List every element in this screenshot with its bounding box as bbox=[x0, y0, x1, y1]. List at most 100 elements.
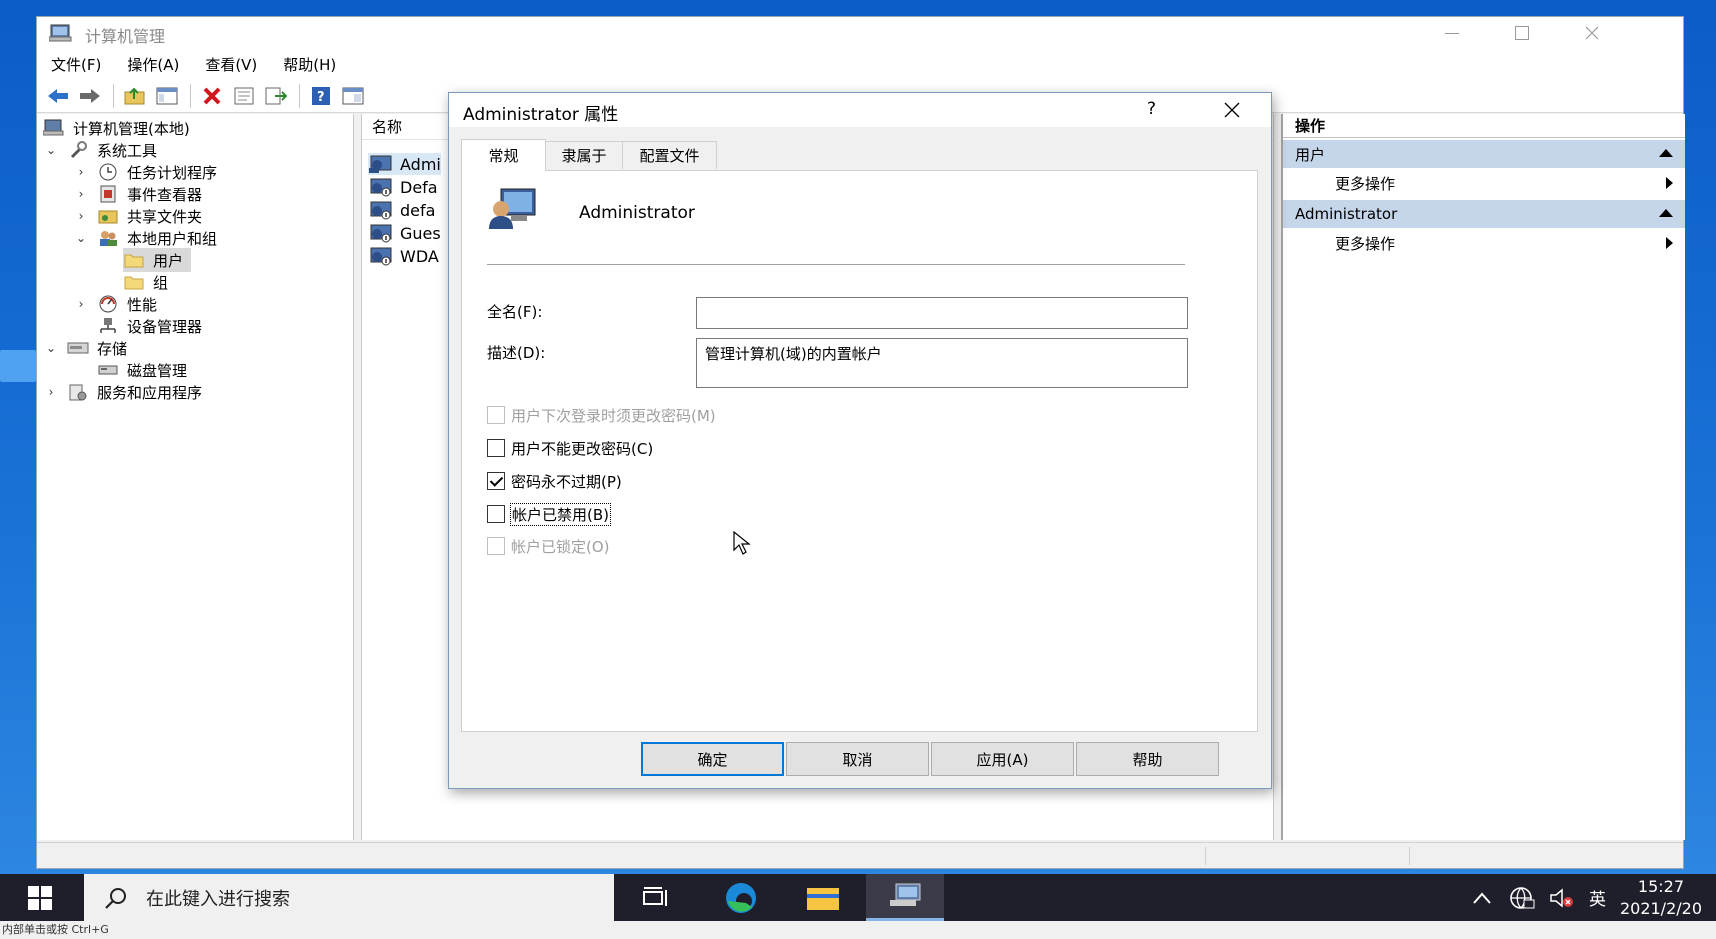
dialog-close-button[interactable] bbox=[1207, 95, 1257, 125]
file-explorer-icon[interactable] bbox=[784, 874, 862, 921]
chevron-up-icon[interactable] bbox=[1473, 891, 1491, 904]
menu-help[interactable]: 帮助(H) bbox=[283, 54, 336, 75]
general-tab-panel: Administrator 全名(F): 描述(D): 管理计算机(域)的内置帐… bbox=[461, 170, 1258, 732]
tree-label: 用户 bbox=[153, 251, 184, 270]
list-item[interactable]: defa bbox=[368, 199, 435, 221]
minimize-button[interactable] bbox=[1417, 17, 1487, 49]
computer-management-taskbar-icon[interactable] bbox=[866, 874, 944, 921]
tree-item-task-scheduler[interactable]: › 任务计划程序 bbox=[73, 160, 217, 184]
actions-pane: 操作 用户 更多操作 Administrator 更多操作 bbox=[1281, 114, 1685, 840]
tab-general[interactable]: 常规 bbox=[461, 139, 546, 171]
tab-profile[interactable]: 配置文件 bbox=[622, 141, 717, 169]
status-divider bbox=[1205, 847, 1206, 865]
tree-item-performance[interactable]: › 性能 bbox=[73, 292, 157, 316]
tree-item-system-tools[interactable]: ⌄ 系统工具 bbox=[43, 138, 157, 162]
checkbox-box bbox=[487, 406, 505, 424]
separator bbox=[487, 264, 1185, 265]
list-item[interactable]: Gues bbox=[368, 222, 441, 244]
ok-button[interactable]: 确定 bbox=[641, 742, 784, 776]
actions-header: 操作 bbox=[1283, 114, 1685, 138]
user-icon bbox=[368, 154, 394, 174]
checkbox-box[interactable] bbox=[487, 439, 505, 457]
tab-label: 配置文件 bbox=[639, 147, 700, 165]
tree-item-groups[interactable]: 组 bbox=[123, 270, 168, 294]
menu-action[interactable]: 操作(A) bbox=[127, 54, 179, 75]
checkbox-box[interactable] bbox=[487, 472, 505, 490]
tree-label: 事件查看器 bbox=[127, 185, 203, 204]
more-actions-item[interactable]: 更多操作 bbox=[1283, 168, 1685, 198]
forward-icon[interactable] bbox=[75, 82, 105, 110]
toolbar-separator bbox=[299, 83, 300, 108]
start-button[interactable] bbox=[0, 874, 80, 921]
tree-item-shared-folders[interactable]: › 共享文件夹 bbox=[73, 204, 202, 228]
network-icon[interactable] bbox=[1509, 886, 1535, 910]
checkbox-label: 帐户已锁定(O) bbox=[511, 537, 610, 556]
back-icon[interactable] bbox=[43, 82, 73, 110]
actions-group-label: Administrator bbox=[1295, 205, 1398, 223]
status-divider bbox=[1409, 847, 1410, 865]
tree-label: 计算机管理(本地) bbox=[73, 119, 190, 138]
checkbox-label[interactable]: 帐户已禁用(B) bbox=[510, 502, 611, 526]
chevron-down-icon[interactable]: ⌄ bbox=[43, 341, 59, 355]
collapse-arrow-icon[interactable] bbox=[1659, 149, 1673, 157]
checkbox-box[interactable] bbox=[487, 505, 505, 523]
tree-item-users[interactable]: 用户 bbox=[123, 248, 192, 272]
help-button[interactable]: 帮助 bbox=[1076, 742, 1219, 776]
chevron-right-icon[interactable]: › bbox=[73, 209, 89, 223]
list-item[interactable]: WDA bbox=[368, 245, 439, 267]
collapse-arrow-icon[interactable] bbox=[1659, 209, 1673, 217]
description-field[interactable]: 管理计算机(域)的内置帐户 bbox=[696, 338, 1188, 388]
tree-item-disk-management[interactable]: 磁盘管理 bbox=[97, 358, 187, 382]
tree-item-device-manager[interactable]: 设备管理器 bbox=[97, 314, 202, 338]
show-hide-tree-icon[interactable] bbox=[152, 82, 182, 110]
cannot-change-password-checkbox[interactable]: 用户不能更改密码(C) bbox=[487, 437, 653, 459]
tree-item-root[interactable]: 计算机管理(本地) bbox=[43, 116, 190, 140]
menu-file[interactable]: 文件(F) bbox=[51, 54, 101, 75]
task-view-icon[interactable] bbox=[617, 874, 695, 921]
list-item[interactable]: Defa bbox=[368, 176, 438, 198]
tree-item-local-users-groups[interactable]: ⌄ 本地用户和组 bbox=[73, 226, 217, 250]
tab-member-of[interactable]: 隶属于 bbox=[545, 141, 623, 169]
volume-muted-icon[interactable] bbox=[1549, 887, 1575, 909]
user-disabled-icon bbox=[368, 223, 394, 243]
ime-indicator[interactable]: 英 bbox=[1589, 885, 1606, 910]
apply-button[interactable]: 应用(A) bbox=[931, 742, 1074, 776]
tree-item-services-apps[interactable]: › 服务和应用程序 bbox=[43, 380, 202, 404]
fullname-field[interactable] bbox=[696, 297, 1188, 329]
edge-browser-icon[interactable] bbox=[702, 874, 780, 921]
cancel-button[interactable]: 取消 bbox=[786, 742, 929, 776]
console-view-icon[interactable] bbox=[338, 82, 368, 110]
clock[interactable]: 15:27 2021/2/20 bbox=[1620, 876, 1702, 920]
performance-icon bbox=[97, 294, 119, 314]
export-list-icon[interactable] bbox=[261, 82, 291, 110]
chevron-right-icon[interactable]: › bbox=[43, 385, 59, 399]
close-button[interactable] bbox=[1557, 17, 1627, 49]
account-disabled-checkbox[interactable]: 帐户已禁用(B) bbox=[487, 502, 611, 526]
desktop-icon-fragment[interactable] bbox=[0, 350, 36, 382]
password-never-expires-checkbox[interactable]: 密码永不过期(P) bbox=[487, 470, 622, 492]
context-help-button[interactable]: ? bbox=[1147, 99, 1156, 119]
computer-management-icon bbox=[48, 24, 73, 46]
chevron-right-icon[interactable]: › bbox=[73, 297, 89, 311]
properties-icon[interactable] bbox=[229, 82, 259, 110]
maximize-button[interactable] bbox=[1487, 17, 1557, 49]
actions-group-label: 用户 bbox=[1295, 145, 1326, 164]
delete-icon[interactable] bbox=[197, 82, 227, 110]
actions-group-administrator[interactable]: Administrator bbox=[1283, 200, 1685, 228]
actions-group-users[interactable]: 用户 bbox=[1283, 140, 1685, 168]
list-item[interactable]: Admi bbox=[368, 153, 441, 175]
column-header-name[interactable]: 名称 bbox=[372, 116, 402, 137]
chevron-down-icon[interactable]: ⌄ bbox=[73, 231, 89, 245]
checkbox-label[interactable]: 用户不能更改密码(C) bbox=[511, 438, 653, 459]
tree-item-event-viewer[interactable]: › 事件查看器 bbox=[73, 182, 202, 206]
help-icon[interactable]: ? bbox=[306, 82, 336, 110]
checkbox-label[interactable]: 密码永不过期(P) bbox=[511, 471, 622, 492]
chevron-down-icon[interactable]: ⌄ bbox=[43, 143, 59, 157]
taskbar-search-box[interactable]: 在此键入进行搜索 bbox=[84, 874, 614, 921]
up-folder-icon[interactable] bbox=[120, 82, 150, 110]
menu-view[interactable]: 查看(V) bbox=[205, 54, 257, 75]
chevron-right-icon[interactable]: › bbox=[73, 165, 89, 179]
chevron-right-icon[interactable]: › bbox=[73, 187, 89, 201]
more-actions-item[interactable]: 更多操作 bbox=[1283, 228, 1685, 258]
tree-item-storage[interactable]: ⌄ 存储 bbox=[43, 336, 127, 360]
